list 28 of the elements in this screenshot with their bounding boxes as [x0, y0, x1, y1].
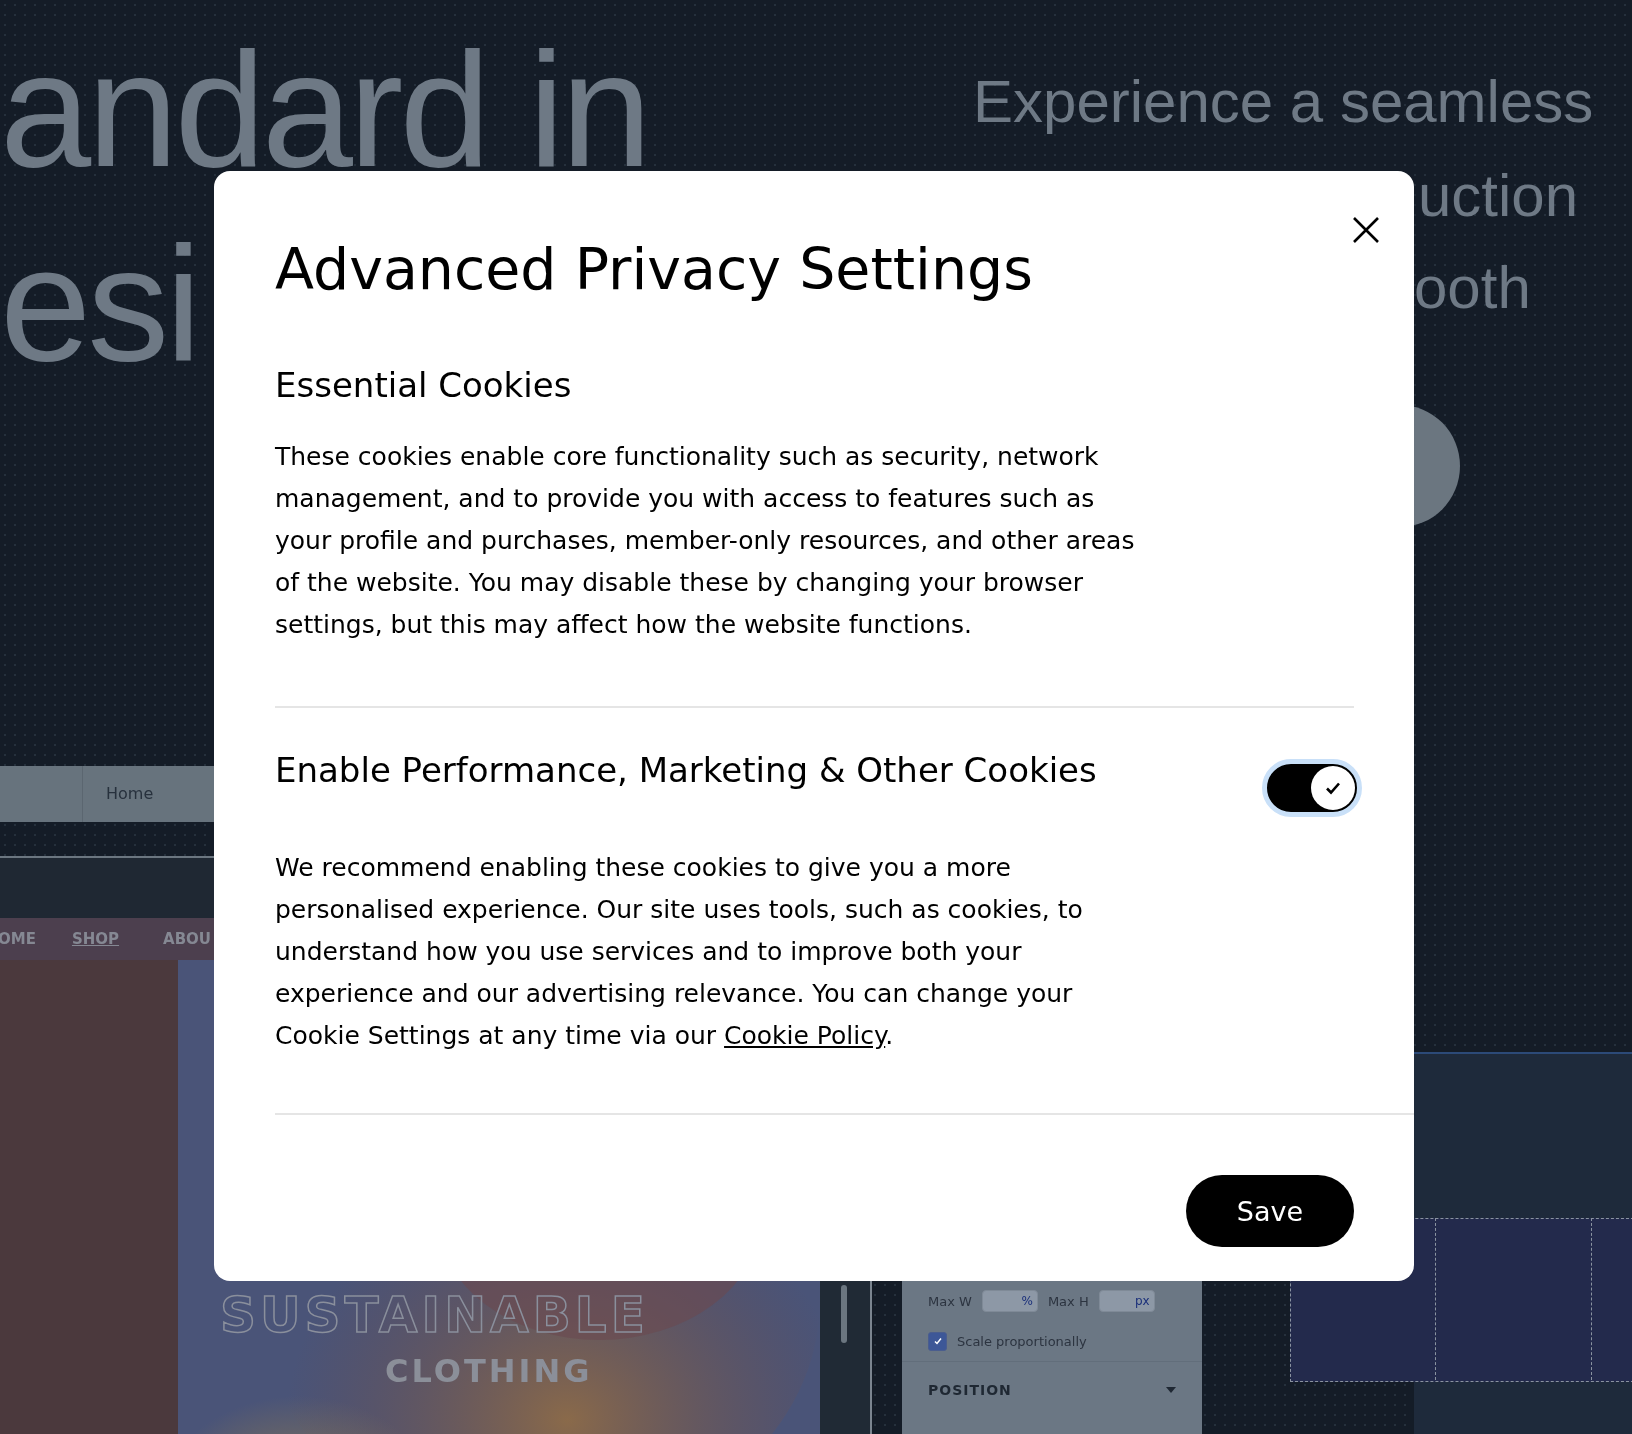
toggle-switch[interactable] [1262, 759, 1362, 818]
section-title: Enable Performance, Marketing & Other Cookies [275, 750, 1097, 791]
nav-link[interactable]: SHOP [71, 930, 120, 948]
nav-link[interactable]: Home [82, 766, 154, 822]
hero-title: SUSTAINABLE [220, 1286, 649, 1344]
caret-icon[interactable] [1166, 1387, 1176, 1393]
input-field[interactable]: % [981, 1290, 1038, 1312]
hero-subtitle: CLOTHING [385, 1352, 593, 1390]
field-label: Max W [928, 1293, 972, 1309]
dialog-title: Advanced Privacy Settings [275, 235, 1034, 304]
subtitle-text: ooth [1414, 258, 1531, 318]
headline-text: esi [0, 222, 198, 386]
scrollbar-thumb[interactable] [841, 1285, 847, 1343]
close-button[interactable] [1352, 216, 1380, 244]
section-header[interactable]: POSITION [928, 1382, 1012, 1398]
nav-link[interactable]: ABOU [163, 930, 212, 948]
subtitle-text: Experience a seamless [973, 72, 1594, 132]
save-button[interactable]: Save [1186, 1175, 1354, 1248]
section-text: We recommend enabling these cookies to give you a more personalised experience. Our site uses tools, such as cookies, to understand how you use services and to improve both your experience and our advertising relevance. You can change your Cookie Settings at any time via our Cookie Policy. [275, 852, 1084, 1053]
section-title: Essential Cookies [275, 365, 572, 407]
headline-text: andard in [0, 28, 648, 192]
input-field[interactable]: px [1098, 1290, 1155, 1312]
section-text: These cookies enable core functionality such as security, network management, and to provide you with access to features such as your profile and purchases, member-only resources, and other areas of the website. You may disable these by changing your browser settings, but this may affect how the website functions. [275, 441, 1136, 642]
checkbox[interactable] [928, 1331, 947, 1351]
subtitle-text: uction [1418, 166, 1579, 226]
cookie-policy-link[interactable]: Cookie Policy [724, 1021, 886, 1051]
field-label: Max H [1047, 1293, 1089, 1309]
checkbox-label: Scale proportionally [957, 1333, 1087, 1349]
